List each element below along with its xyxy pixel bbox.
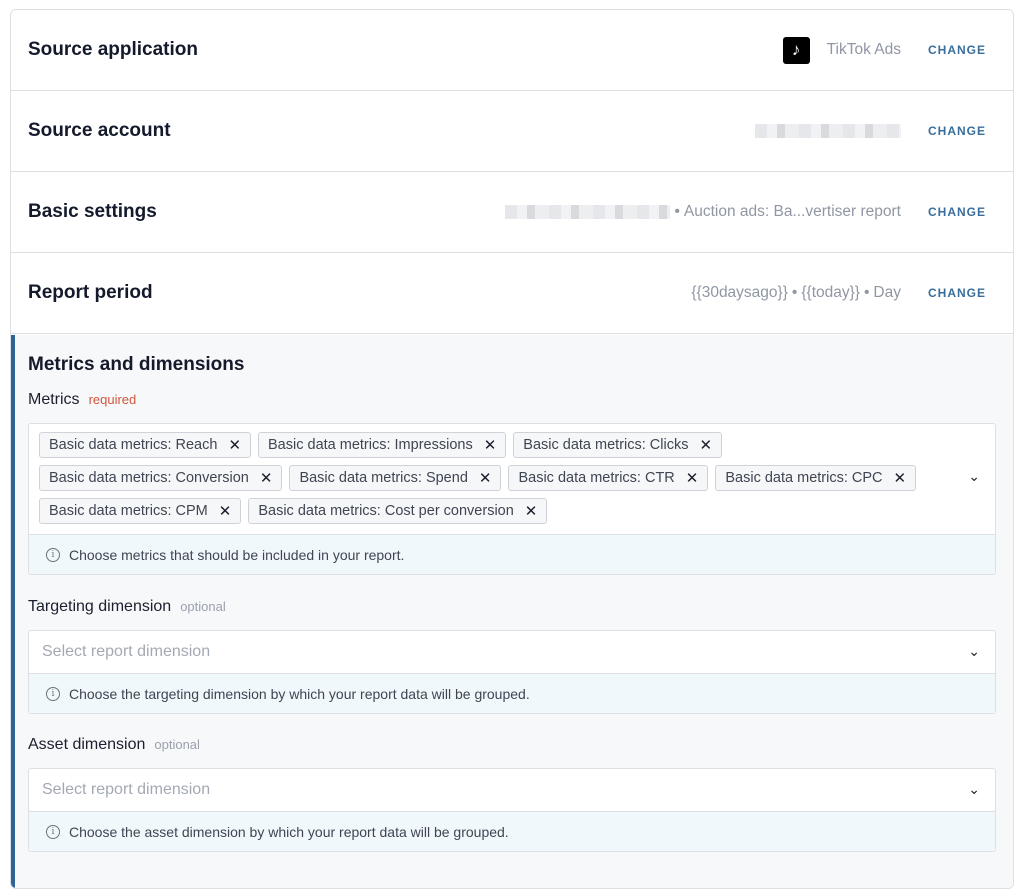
metrics-multiselect[interactable]: Basic data metrics: Reach ✕ Basic data me… <box>28 423 996 575</box>
field-label-text: Targeting dimension <box>28 598 172 615</box>
period-granularity: Day <box>873 284 901 301</box>
metric-chip: Basic data metrics: Impressions ✕ <box>258 432 507 458</box>
chips-line: Basic data metrics: Conversion ✕ Basic da… <box>39 465 947 491</box>
info-icon: i <box>46 824 60 839</box>
period-end: {{today}} <box>801 284 860 301</box>
metric-chip: Basic data metrics: Reach ✕ <box>39 432 252 458</box>
select-control[interactable]: Select report dimension ⌄ <box>29 769 995 811</box>
period-start: {{30daysago}} <box>691 284 788 301</box>
change-basic-settings-button[interactable]: CHANGE <box>928 205 986 219</box>
row-title: Report period <box>28 282 153 303</box>
redacted-account-name <box>754 124 901 138</box>
asset-hint: i Choose the asset dimension by which yo… <box>29 811 995 851</box>
row-title: Basic settings <box>28 201 157 222</box>
basic-settings-row: Basic settings • Auction ads: Ba...verti… <box>11 172 1013 253</box>
chip-label: Basic data metrics: Conversion <box>49 470 249 486</box>
chip-label: Basic data metrics: Reach <box>49 437 218 453</box>
metric-chip: Basic data metrics: Conversion ✕ <box>39 465 283 491</box>
hint-text: Choose the asset dimension by which your… <box>69 823 509 840</box>
remove-chip-icon[interactable]: ✕ <box>525 502 538 520</box>
data-source-panel: Source application ♪ TikTok Ads CHANGE S… <box>10 9 1014 889</box>
optional-badge: optional <box>180 599 226 614</box>
metric-chip: Basic data metrics: Spend ✕ <box>289 465 502 491</box>
metric-chip: Basic data metrics: Cost per conversion ✕ <box>248 498 548 524</box>
remove-chip-icon[interactable]: ✕ <box>686 469 699 487</box>
optional-badge: optional <box>154 737 200 752</box>
metrics-chips-area[interactable]: Basic data metrics: Reach ✕ Basic data me… <box>29 424 995 534</box>
change-source-application-button[interactable]: CHANGE <box>928 43 986 57</box>
chip-label: Basic data metrics: CPM <box>49 503 208 519</box>
change-report-period-button[interactable]: CHANGE <box>928 286 986 300</box>
info-icon: i <box>46 686 60 701</box>
chevron-down-icon[interactable]: ⌄ <box>968 468 980 485</box>
metrics-hint: i Choose metrics that should be included… <box>29 534 995 574</box>
separator-dot: • <box>674 203 680 220</box>
remove-chip-icon[interactable]: ✕ <box>228 436 241 454</box>
row-title: Source account <box>28 120 171 141</box>
select-placeholder: Select report dimension <box>42 781 211 798</box>
row-summary: ♪ TikTok Ads <box>782 36 901 64</box>
chip-label: Basic data metrics: Spend <box>299 470 468 486</box>
source-application-row: Source application ♪ TikTok Ads CHANGE <box>11 10 1013 91</box>
asset-dimension-label: Asset dimension optional <box>28 736 996 754</box>
info-icon: i <box>46 547 60 562</box>
remove-chip-icon[interactable]: ✕ <box>260 469 273 487</box>
metric-chip: Basic data metrics: Clicks ✕ <box>513 432 723 458</box>
row-summary: • Auction ads: Ba...vertiser report <box>505 203 901 221</box>
tiktok-logo-icon: ♪ <box>782 36 810 64</box>
change-source-account-button[interactable]: CHANGE <box>928 124 986 138</box>
remove-chip-icon[interactable]: ✕ <box>219 502 232 520</box>
remove-chip-icon[interactable]: ✕ <box>479 469 492 487</box>
basic-settings-summary: Auction ads: Ba...vertiser report <box>683 203 901 220</box>
redacted-advertiser-name <box>505 205 671 219</box>
report-period-row: Report period {{30daysago}} • {{today}} … <box>11 253 1013 334</box>
source-account-row: Source account CHANGE <box>11 91 1013 172</box>
chips-line: Basic data metrics: CPM ✕ Basic data metr… <box>39 498 947 524</box>
app-name: TikTok Ads <box>826 41 901 58</box>
chips-line: Basic data metrics: Reach ✕ Basic data me… <box>39 432 947 458</box>
row-summary: {{30daysago}} • {{today}} • Day <box>691 284 901 302</box>
targeting-hint: i Choose the targeting dimension by whic… <box>29 673 995 713</box>
row-title: Source application <box>28 39 198 60</box>
targeting-dimension-select[interactable]: Select report dimension ⌄ i Choose the t… <box>28 630 996 714</box>
chip-label: Basic data metrics: Impressions <box>268 437 473 453</box>
field-label-text: Metrics <box>28 391 80 408</box>
select-placeholder: Select report dimension <box>42 643 211 660</box>
chip-label: Basic data metrics: Clicks <box>523 437 689 453</box>
hint-text: Choose the targeting dimension by which … <box>69 685 530 702</box>
targeting-dimension-label: Targeting dimension optional <box>28 598 996 616</box>
chip-label: Basic data metrics: CPC <box>725 470 883 486</box>
chip-label: Basic data metrics: Cost per conversion <box>258 503 514 519</box>
field-label-text: Asset dimension <box>28 736 146 753</box>
remove-chip-icon[interactable]: ✕ <box>699 436 712 454</box>
metric-chip: Basic data metrics: CPM ✕ <box>39 498 242 524</box>
hint-text: Choose metrics that should be included i… <box>69 546 405 563</box>
metrics-label: Metrics required <box>28 391 996 409</box>
metric-chip: Basic data metrics: CPC ✕ <box>715 465 917 491</box>
remove-chip-icon[interactable]: ✕ <box>484 436 497 454</box>
remove-chip-icon[interactable]: ✕ <box>894 469 907 487</box>
row-summary <box>754 124 901 138</box>
required-badge: required <box>88 392 137 407</box>
chevron-down-icon[interactable]: ⌄ <box>968 643 980 660</box>
separator-dot: • <box>863 284 870 301</box>
select-control[interactable]: Select report dimension ⌄ <box>29 631 995 673</box>
chip-label: Basic data metrics: CTR <box>518 470 675 486</box>
section-title: Metrics and dimensions <box>28 354 245 375</box>
chevron-down-icon[interactable]: ⌄ <box>968 781 980 798</box>
metrics-dimensions-section: Metrics and dimensions Metrics required … <box>11 335 1013 888</box>
asset-dimension-select[interactable]: Select report dimension ⌄ i Choose the a… <box>28 768 996 852</box>
metric-chip: Basic data metrics: CTR ✕ <box>508 465 709 491</box>
separator-dot: • <box>791 284 798 301</box>
